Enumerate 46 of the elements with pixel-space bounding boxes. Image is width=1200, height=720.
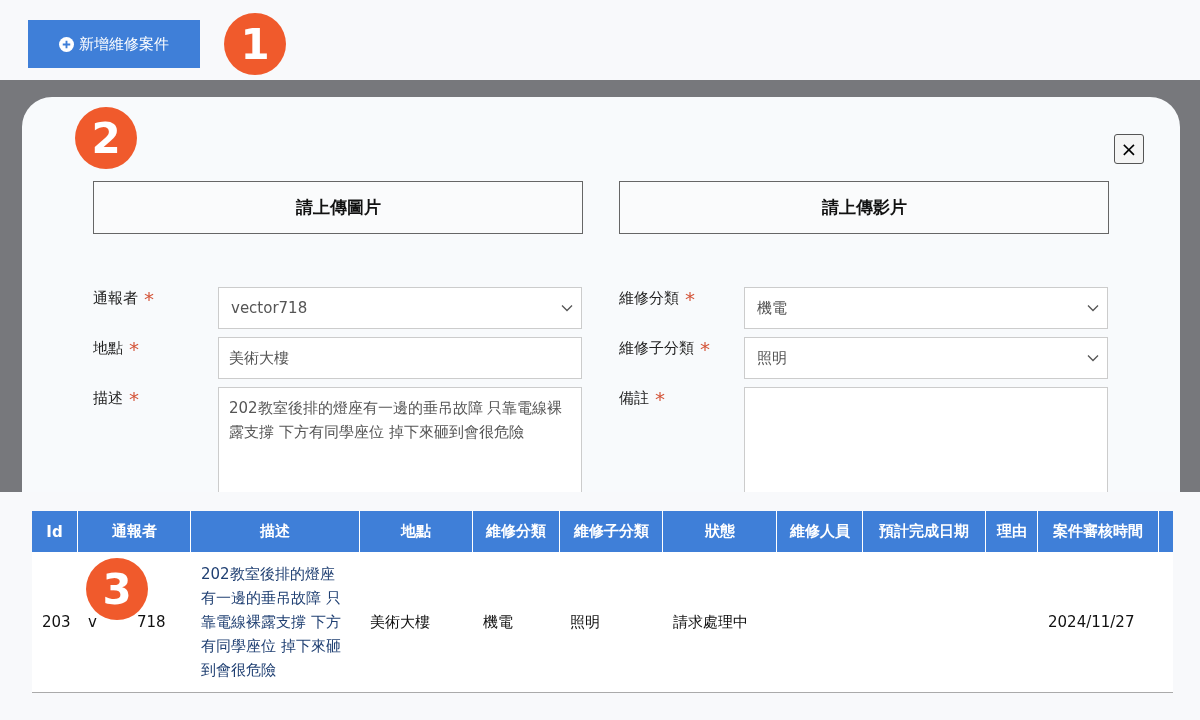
upload-button[interactable]: 請上傳影片 xyxy=(619,181,1109,234)
chevron-down-icon xyxy=(1087,354,1099,362)
close-button[interactable]: × xyxy=(1114,134,1144,164)
required-mark: * xyxy=(129,339,139,359)
upload-button[interactable]: 請上傳圖片 xyxy=(93,181,583,234)
table-cell-text: 2024/11/27 xyxy=(1048,613,1136,631)
column-header[interactable]: 地點 xyxy=(360,511,472,552)
column-header[interactable]: 維修子分類 xyxy=(560,511,662,552)
column-header xyxy=(1159,511,1173,552)
table-cell-text: 照明 xyxy=(570,612,601,632)
field-label: 通報者 xyxy=(93,289,138,309)
select-field[interactable]: vector718 xyxy=(218,287,582,329)
required-mark: * xyxy=(685,289,695,309)
field-label: 地點 xyxy=(93,339,123,359)
required-mark: * xyxy=(144,289,154,309)
column-header[interactable]: 維修分類 xyxy=(473,511,559,552)
field-label: 維修子分類 xyxy=(619,339,694,359)
column-header[interactable]: 案件審核時間 xyxy=(1038,511,1158,552)
chevron-down-icon xyxy=(561,304,573,312)
field-label: 備註 xyxy=(619,389,649,409)
text-area[interactable] xyxy=(744,387,1108,492)
input-field[interactable]: 美術大樓 xyxy=(218,337,582,379)
field-label: 描述 xyxy=(93,389,123,409)
table-cell-text: 機電 xyxy=(483,612,514,632)
required-mark: * xyxy=(700,339,710,359)
select-field[interactable]: 照明 xyxy=(744,337,1108,379)
column-header[interactable]: Id xyxy=(32,511,77,552)
select-field[interactable]: 機電 xyxy=(744,287,1108,329)
field-label: 維修分類 xyxy=(619,289,679,309)
table-cell-text: 美術大樓 xyxy=(370,612,431,632)
table-cell-text: 請求處理中 xyxy=(673,612,749,632)
step-badge: 2 xyxy=(75,107,137,169)
column-header[interactable]: 狀態 xyxy=(663,511,776,552)
table-cell[interactable]: 202教室後排的燈座有一邊的垂吊故障 只靠電線裸露支撐 下方有同學座位 掉下來砸到會很危險 xyxy=(201,562,349,682)
text-area[interactable]: 202教室後排的燈座有一邊的垂吊故障 只靠電線裸露支撐 下方有同學座位 掉下來砸到會很危險 xyxy=(218,387,582,492)
add-case-button[interactable]: 新增維修案件 xyxy=(28,20,200,68)
column-header[interactable]: 描述 xyxy=(191,511,359,552)
column-header[interactable]: 理由 xyxy=(986,511,1037,552)
column-header[interactable]: 預計完成日期 xyxy=(863,511,985,552)
column-header[interactable]: 通報者 xyxy=(78,511,190,552)
plus-circle-icon xyxy=(59,36,74,52)
step-badge: 1 xyxy=(224,13,286,75)
column-header[interactable]: 維修人員 xyxy=(777,511,862,552)
required-mark: * xyxy=(129,389,139,409)
required-mark: * xyxy=(655,389,665,409)
chevron-down-icon xyxy=(1087,304,1099,312)
